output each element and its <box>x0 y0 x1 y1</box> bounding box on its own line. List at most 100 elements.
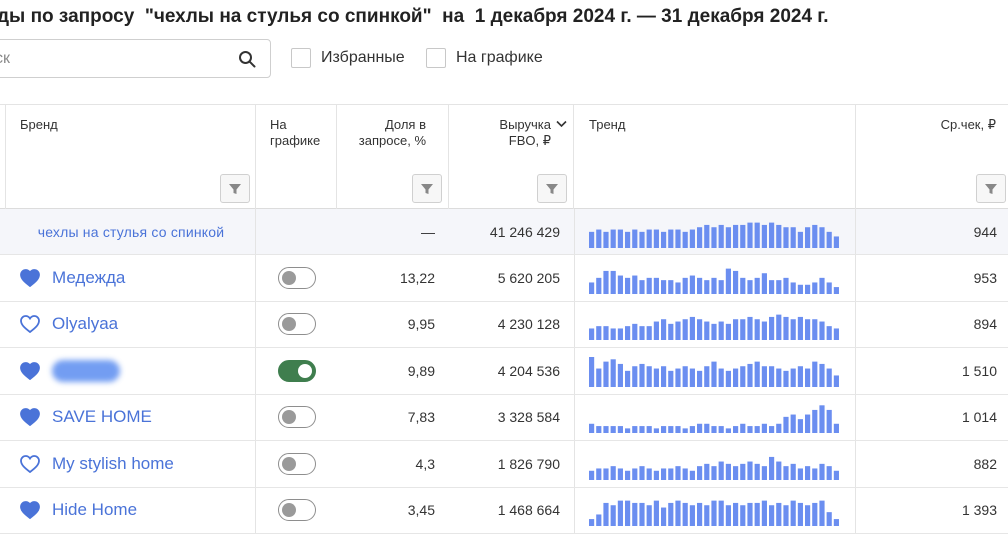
brand-cell: My stylish home <box>20 441 256 487</box>
trend-bar <box>632 365 638 387</box>
trend-bar <box>740 463 746 480</box>
trend-bar <box>754 361 760 387</box>
trend-bar <box>754 426 760 434</box>
trend-bar <box>646 468 652 480</box>
on-chart-toggle[interactable] <box>278 452 316 475</box>
brand-name-redacted[interactable] <box>52 359 120 382</box>
trend-bar <box>740 505 746 527</box>
trend-bar <box>740 424 746 434</box>
trend-bar <box>776 461 782 480</box>
trend-bar <box>769 279 775 294</box>
col-revenue[interactable]: Выручка FBO, ₽ <box>449 105 574 209</box>
trend-bar <box>653 277 659 294</box>
trend-bar <box>675 465 681 480</box>
search-icon[interactable] <box>238 50 256 68</box>
trend-bar <box>589 424 595 434</box>
toggle-knob <box>282 317 296 332</box>
brands-table: Бренд На графике Доля в запросе, % Выруч… <box>0 104 1008 534</box>
col-avg-check-title: Ср.чек, ₽ <box>940 117 996 132</box>
on-chart-toggle[interactable] <box>278 313 316 336</box>
trend-bar <box>733 503 739 527</box>
brand-link[interactable]: Olyalyaa <box>52 314 118 334</box>
revenue-cell: 1 468 664 <box>497 502 560 519</box>
trend-bar <box>646 505 652 527</box>
trend-bar <box>826 512 832 527</box>
trend-bar <box>812 361 818 387</box>
avg-check-cell: 1 014 <box>961 409 997 426</box>
trend-bar <box>646 426 652 434</box>
trend-bar <box>826 282 832 294</box>
trend-bar <box>754 463 760 480</box>
trend-bar <box>733 224 739 248</box>
trend-bar <box>653 428 659 434</box>
favorite-heart-outline-icon[interactable] <box>20 315 40 334</box>
brand-filter-button[interactable] <box>220 174 250 203</box>
trend-bar <box>610 426 616 434</box>
total-avg-check: 944 <box>973 223 997 240</box>
trend-bar <box>689 505 695 527</box>
trend-bar <box>819 321 825 341</box>
trend-bar <box>711 226 717 248</box>
brand-link[interactable]: Hide Home <box>52 500 137 520</box>
brand-link[interactable]: SAVE HOME <box>52 407 152 427</box>
avg-check-cell: 1 393 <box>961 502 997 519</box>
trend-bar <box>697 503 703 527</box>
trend-bar <box>661 468 667 480</box>
on-chart-checkbox-box[interactable] <box>426 48 446 68</box>
favorite-heart-filled-icon[interactable] <box>20 501 40 520</box>
trend-bar <box>769 505 775 527</box>
avg-check-filter-button[interactable] <box>976 174 1006 203</box>
search-input[interactable] <box>0 40 221 77</box>
trend-bar <box>776 314 782 341</box>
trend-bar <box>596 426 602 434</box>
trend-bar <box>704 463 710 480</box>
filter-icon <box>421 183 433 194</box>
trend-cell <box>589 255 849 301</box>
trend-bar <box>639 231 645 248</box>
trend-bar <box>589 519 595 527</box>
on-chart-toggle[interactable] <box>278 359 316 382</box>
toggle-knob <box>282 456 296 471</box>
trend-bar <box>589 470 595 480</box>
favorites-checkbox-box[interactable] <box>291 48 311 68</box>
trend-cell <box>589 302 849 348</box>
favorite-heart-filled-icon[interactable] <box>20 268 40 287</box>
trend-bar <box>805 414 811 434</box>
brand-link[interactable]: My stylish home <box>52 454 174 474</box>
on-chart-toggle[interactable] <box>278 266 316 289</box>
col-share-title: Доля в запросе, % <box>358 117 426 148</box>
trend-bar <box>733 426 739 434</box>
trend-bar <box>790 226 796 248</box>
trend-bar <box>776 424 782 434</box>
on-chart-toggle[interactable] <box>278 406 316 429</box>
search-box[interactable] <box>0 39 271 78</box>
on-chart-checkbox[interactable]: На графике <box>426 48 543 68</box>
on-chart-toggle[interactable] <box>278 499 316 522</box>
favorite-heart-filled-icon[interactable] <box>20 408 40 427</box>
trend-bar <box>783 277 789 294</box>
trend-bar <box>833 375 839 387</box>
avg-check-cell: 1 510 <box>961 362 997 379</box>
revenue-filter-button[interactable] <box>537 174 567 203</box>
trend-bar <box>747 222 753 248</box>
trend-bar <box>747 317 753 341</box>
trend-bar <box>733 270 739 294</box>
share-cell: 7,83 <box>407 409 435 426</box>
trend-bar <box>653 368 659 387</box>
trend-bar <box>675 500 681 527</box>
favorites-checkbox[interactable]: Избранные <box>291 48 405 68</box>
trend-bar <box>639 326 645 341</box>
trend-bar <box>797 419 803 434</box>
brand-link[interactable]: Медежда <box>52 268 125 288</box>
trend-bar <box>603 426 609 434</box>
trend-bar <box>653 229 659 248</box>
trend-bar <box>826 465 832 480</box>
trend-bar <box>725 268 731 294</box>
favorite-heart-filled-icon[interactable] <box>20 361 40 380</box>
share-filter-button[interactable] <box>412 174 442 203</box>
trend-bar <box>639 426 645 434</box>
sort-chevron-down-icon[interactable] <box>556 120 567 128</box>
trend-bar <box>805 505 811 527</box>
favorite-heart-outline-icon[interactable] <box>20 454 40 473</box>
on-chart-cell <box>278 255 338 301</box>
